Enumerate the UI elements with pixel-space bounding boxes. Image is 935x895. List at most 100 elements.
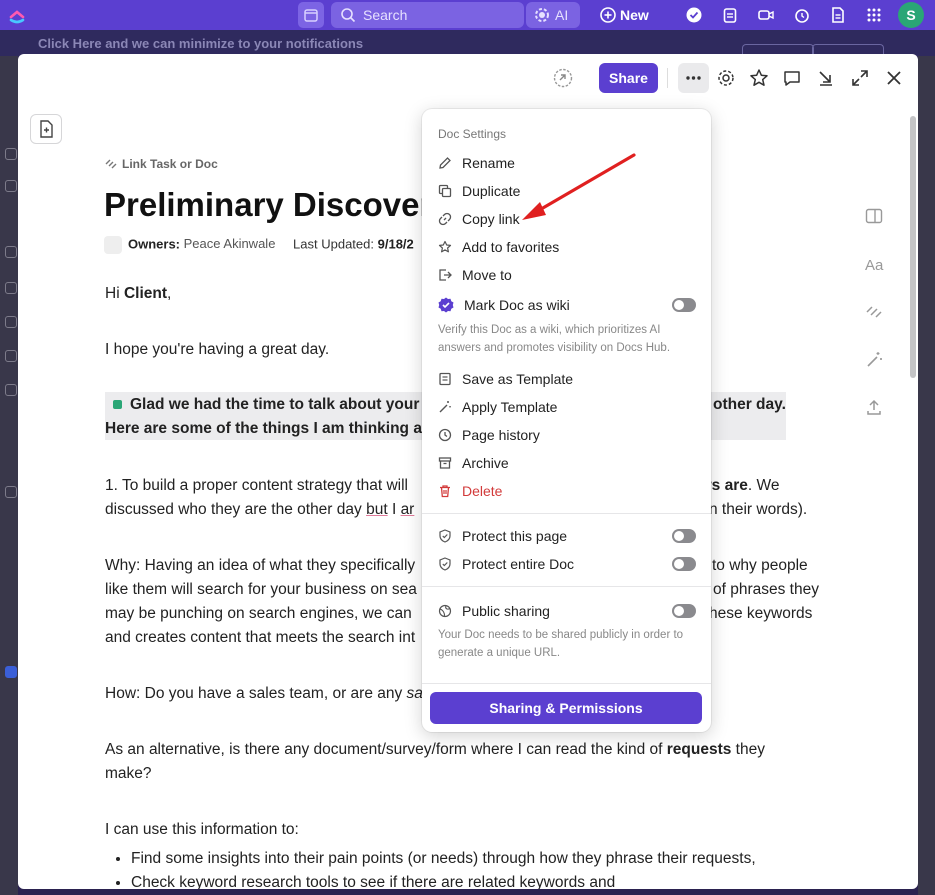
owner-name[interactable]: Peace Akinwale (184, 236, 276, 251)
wiki-toggle[interactable] (672, 298, 696, 312)
search-bar[interactable]: Search (331, 2, 524, 28)
owners-icon (104, 236, 122, 254)
clickup-logo[interactable] (8, 6, 26, 24)
scrollbar-thumb[interactable] (910, 116, 916, 378)
public-sharing-toggle[interactable] (672, 604, 696, 618)
menu-divider (422, 513, 711, 514)
alarm-clock-icon[interactable] (793, 6, 811, 24)
menu-divider (422, 586, 711, 587)
link-icon[interactable] (864, 302, 884, 322)
menu-item-mark-wiki[interactable]: Mark Doc as wiki (438, 294, 696, 316)
menu-item-protect-page[interactable]: Protect this page (438, 525, 696, 547)
duplicate-icon (438, 184, 452, 198)
star-icon[interactable] (749, 68, 769, 88)
protect-doc-toggle[interactable] (672, 557, 696, 571)
calendar-icon (304, 9, 318, 22)
ai-button[interactable]: AI (526, 2, 580, 28)
doc-title[interactable]: Preliminary Discovery (104, 186, 451, 224)
sidebar-icon (5, 246, 17, 258)
protect-page-toggle[interactable] (672, 529, 696, 543)
share-button[interactable]: Share (599, 63, 658, 93)
ai-label: AI (555, 7, 569, 23)
trash-icon (440, 485, 450, 498)
background-right-panel (918, 56, 935, 895)
top-app-bar: Search AI New S (0, 0, 935, 30)
menu-item-protect-doc[interactable]: Protect entire Doc (438, 553, 696, 575)
comment-icon[interactable] (782, 68, 802, 88)
magic-wand-icon[interactable] (864, 350, 884, 370)
upload-icon[interactable] (864, 398, 884, 418)
sidebar-icon (5, 666, 17, 678)
search-icon (341, 8, 356, 23)
sidebar-icon (5, 486, 17, 498)
ellipsis-icon (686, 76, 701, 80)
archive-box-icon (438, 457, 452, 469)
document-icon[interactable] (829, 6, 847, 24)
doc-settings-menu: Doc Settings Rename Duplicate Copy link … (422, 109, 711, 732)
status-circle-icon[interactable] (553, 68, 573, 88)
menu-item-archive[interactable]: Archive (438, 452, 696, 474)
check-circle-icon[interactable] (685, 6, 703, 24)
minimize-arrow-icon[interactable] (816, 68, 836, 88)
template-icon (439, 372, 451, 386)
highlight-text-right[interactable]: other day. (713, 393, 786, 417)
menu-item-add-favorites[interactable]: Add to favorites (438, 236, 696, 258)
globe-icon (438, 604, 452, 618)
expand-icon[interactable] (850, 68, 870, 88)
pencil-icon (439, 157, 451, 169)
bullet-list: Find some insights into their pain point… (131, 847, 756, 889)
apps-grid-icon[interactable] (865, 6, 883, 24)
sharing-permissions-button[interactable]: Sharing & Permissions (430, 692, 702, 724)
background-sidebar (0, 56, 18, 895)
shield-check-icon (439, 557, 451, 571)
new-label: New (620, 7, 649, 23)
notepad-icon[interactable] (721, 6, 739, 24)
video-icon[interactable] (757, 6, 775, 24)
doc-meta: Owners: Peace Akinwale Last Updated: 9/1… (104, 236, 414, 254)
highlight-text[interactable]: Glad we had the time to talk about your H… (105, 393, 422, 441)
calendar-button[interactable] (298, 2, 324, 28)
move-to-icon (439, 269, 452, 281)
list-item[interactable]: Find some insights into their pain point… (131, 847, 756, 871)
new-button[interactable]: New (600, 4, 649, 26)
alternative-paragraph[interactable]: As an alternative, is there any document… (105, 738, 825, 786)
ai-gear-icon (535, 8, 549, 22)
search-placeholder: Search (363, 7, 408, 23)
sidebar-icon (5, 316, 17, 328)
use-info-paragraph[interactable]: I can use this information to: (105, 818, 825, 842)
menu-item-apply-template[interactable]: Apply Template (438, 396, 696, 418)
ai-sparkle-icon[interactable] (716, 68, 736, 88)
link-task-button[interactable]: Link Task or Doc (104, 157, 218, 171)
user-avatar[interactable]: S (898, 2, 924, 28)
link-chain-icon (438, 212, 452, 226)
sidebar-icon (5, 384, 17, 396)
magic-wand-icon (439, 401, 451, 413)
menu-divider (422, 683, 711, 684)
menu-item-delete[interactable]: Delete (438, 480, 696, 502)
menu-heading: Doc Settings (438, 127, 507, 141)
notice-text: Click Here and we can minimize to your n… (38, 36, 364, 51)
sidebar-panel-icon[interactable] (864, 206, 884, 226)
menu-item-move-to[interactable]: Move to (438, 264, 696, 286)
sidebar-icon (5, 350, 17, 362)
link-task-label: Link Task or Doc (122, 157, 218, 171)
menu-item-rename[interactable]: Rename (438, 152, 696, 174)
add-page-button[interactable] (30, 114, 62, 144)
list-item[interactable]: Check keyword research tools to see if t… (131, 871, 756, 889)
sidebar-icon (5, 282, 17, 294)
close-icon[interactable] (884, 68, 904, 88)
shield-check-icon (439, 529, 451, 543)
text-format-icon[interactable]: Aa (864, 254, 884, 274)
verified-badge-icon (438, 297, 454, 313)
more-options-button[interactable] (678, 63, 709, 93)
public-sharing-description: Your Doc needs to be shared publicly in … (438, 629, 684, 659)
owners-label: Owners: (128, 236, 181, 252)
menu-item-save-template[interactable]: Save as Template (438, 368, 696, 390)
menu-item-page-history[interactable]: Page history (438, 424, 696, 446)
plus-circle-icon (600, 7, 616, 23)
updated-label: Last Updated: (293, 236, 374, 252)
menu-item-copy-link[interactable]: Copy link (438, 208, 696, 230)
menu-item-public-sharing[interactable]: Public sharing (438, 600, 696, 622)
star-outline-icon (438, 240, 452, 253)
menu-item-duplicate[interactable]: Duplicate (438, 180, 696, 202)
